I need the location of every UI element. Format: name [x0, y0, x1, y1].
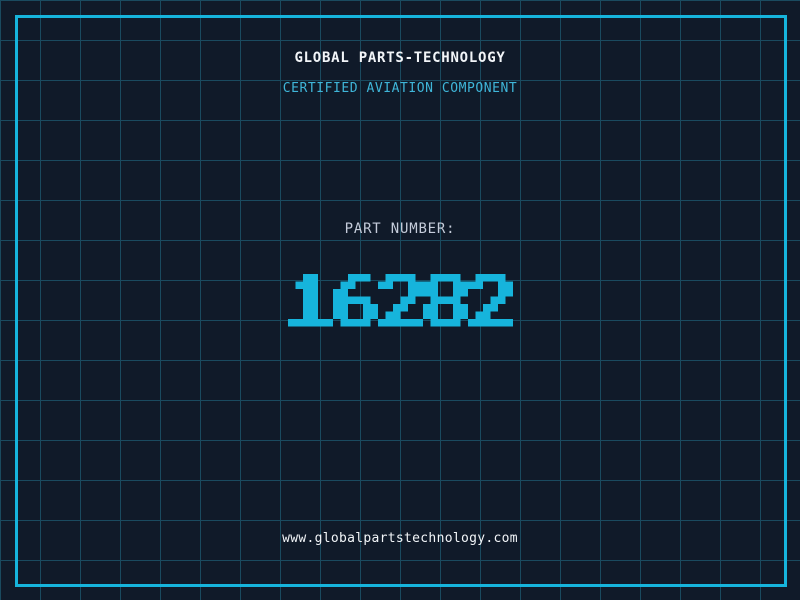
website-url: www.globalpartstechnology.com [282, 531, 518, 546]
company-name: GLOBAL PARTS-TECHNOLOGY [294, 50, 506, 66]
blueprint-part-card: GLOBAL PARTS-TECHNOLOGY CERTIFIED AVIATI… [0, 0, 800, 600]
part-number-label: PART NUMBER: [344, 221, 456, 237]
certification-subtitle: CERTIFIED AVIATION COMPONENT [282, 81, 518, 96]
part-number-value [0, 274, 800, 327]
